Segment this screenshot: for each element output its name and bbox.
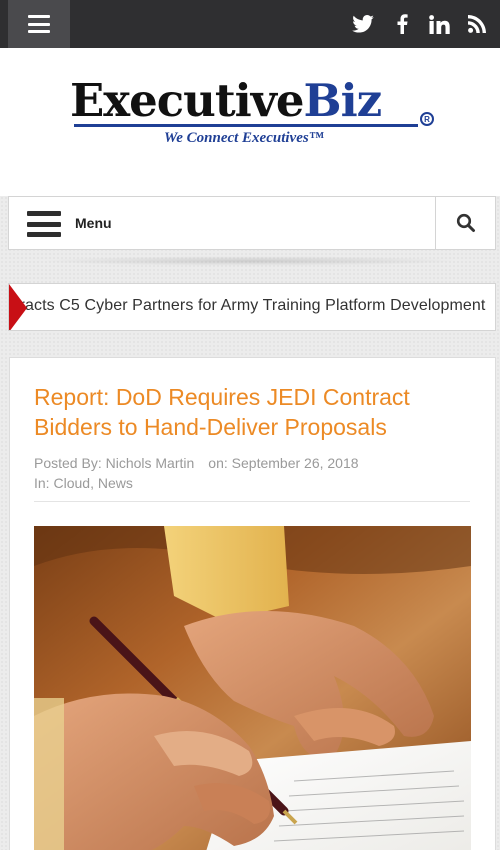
article-title[interactable]: Report: DoD Requires JEDI Contract Bidde… <box>34 382 474 442</box>
on-label: on: <box>208 455 228 471</box>
article-date: September 26, 2018 <box>231 455 359 471</box>
category-link[interactable]: News <box>98 475 133 491</box>
twitter-icon[interactable] <box>350 0 376 48</box>
hamburger-icon[interactable] <box>8 0 70 48</box>
site-header: ExecutiveBiz R We Connect Executives™ <box>0 48 500 196</box>
menu-label[interactable]: Menu <box>75 215 112 231</box>
main-menu-bar: Menu <box>8 196 496 250</box>
search-icon <box>456 213 475 232</box>
logo-tagline: We Connect Executives™ <box>164 130 324 146</box>
posted-by-label: Posted By: <box>34 455 102 471</box>
facebook-icon[interactable] <box>392 0 412 48</box>
category-link[interactable]: Cloud <box>53 475 90 491</box>
ticker-arrow-icon <box>9 284 27 330</box>
rss-icon[interactable] <box>466 0 488 48</box>
search-button[interactable] <box>435 197 495 249</box>
linkedin-icon[interactable] <box>427 0 451 48</box>
article-author[interactable]: Nichols Martin <box>106 455 195 471</box>
menu-hamburger-icon[interactable] <box>27 211 61 237</box>
news-ticker[interactable]: tracts C5 Cyber Partners for Army Traini… <box>8 283 496 331</box>
site-logo[interactable]: ExecutiveBiz R We Connect Executives™ <box>70 76 440 156</box>
article-categories: In: Cloud, News <box>34 475 133 491</box>
ticker-headline[interactable]: tracts C5 Cyber Partners for Army Traini… <box>15 297 485 315</box>
registered-mark: R <box>420 112 434 126</box>
article-featured-image[interactable] <box>34 526 471 850</box>
meta-divider <box>34 501 470 502</box>
article-card: Report: DoD Requires JEDI Contract Bidde… <box>9 357 496 850</box>
logo-wordmark: ExecutiveBiz <box>70 74 382 127</box>
menu-shadow <box>40 256 460 266</box>
top-bar <box>0 0 500 48</box>
article-byline: Posted By: Nichols Martin on: September 2… <box>34 455 359 471</box>
hand-writing-illustration <box>34 526 471 850</box>
in-label: In: <box>34 475 50 491</box>
logo-underline <box>74 124 418 127</box>
